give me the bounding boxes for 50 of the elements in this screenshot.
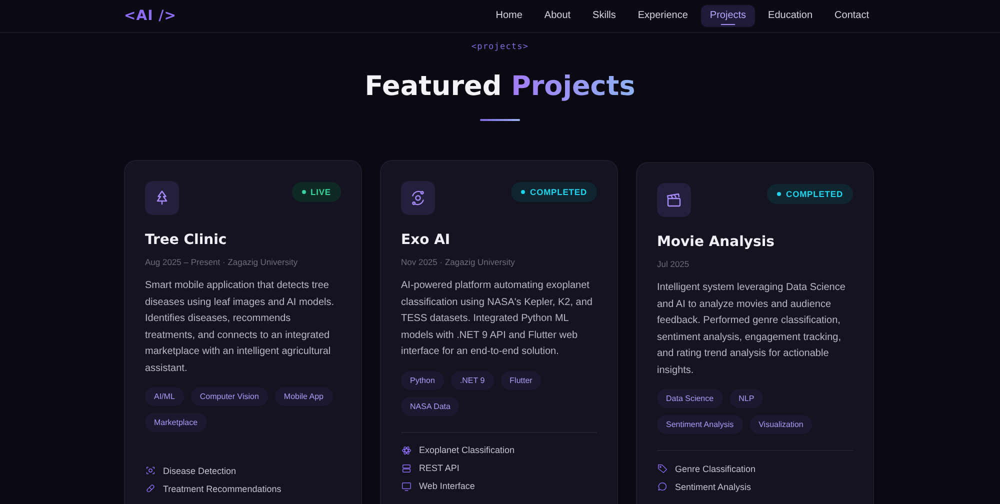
- tech-tag: .NET 9: [450, 370, 494, 390]
- speech-bubble-icon: [657, 481, 668, 492]
- feature-item: Treatment Recommendations: [163, 484, 282, 494]
- pill-icon: [145, 483, 156, 494]
- project-description: AI-powered platform automating exoplanet classification using NASA's Kepler, K2, and TESS datasets. Integrated Python ML models with .NET 9 API and Flutter web interface for an end-to-end solution.: [401, 279, 594, 360]
- project-description: Intelligent system leveraging Data Science and AI to analyze movies and audience feedback. Performed genre classification, sentiment analysis, engagement tracking, and rating trend analysis for actionable insights.: [657, 281, 846, 378]
- tech-tag: Flutter: [500, 370, 542, 390]
- feature-item: Sentiment Analysis: [675, 482, 752, 492]
- logo[interactable]: <AI />: [124, 8, 176, 24]
- nav-link[interactable]: Contact: [826, 5, 878, 27]
- tech-tag: Visualization: [750, 415, 812, 434]
- tech-tag: Data Science: [657, 389, 723, 408]
- nav-link[interactable]: Education: [759, 5, 822, 27]
- nav-link[interactable]: Skills: [584, 5, 625, 27]
- section-tag: <projects>: [124, 42, 876, 52]
- nav-link[interactable]: Experience: [628, 5, 697, 27]
- orbit-icon: [409, 189, 427, 208]
- tech-tag: Sentiment Analysis: [657, 415, 743, 434]
- project-date: Jul 2025: [657, 259, 690, 270]
- feature-item: Disease Detection: [163, 466, 236, 476]
- tech-tag: NASA Data: [401, 396, 460, 416]
- atom-icon: [401, 444, 412, 456]
- monitor-icon: [401, 480, 412, 492]
- nav-link[interactable]: Projects: [700, 5, 756, 27]
- nav-link[interactable]: About: [535, 5, 580, 27]
- status-badge: COMPLETED: [767, 184, 853, 204]
- clapperboard-icon: [665, 191, 683, 210]
- project-title: Movie Analysis: [657, 234, 776, 250]
- tech-tag: Marketplace: [145, 413, 207, 432]
- feature-item: Genre Classification: [675, 464, 756, 474]
- project-description: Smart mobile application that detects tree diseases using leaf images and AI models. Identifies diseases, recommends treatments, and connects to an integrated marketplace with an intelligent agricultural assistant.: [145, 279, 335, 376]
- status-badge: COMPLETED: [511, 182, 597, 202]
- scan-icon: [145, 465, 156, 476]
- nav-link[interactable]: Home: [486, 5, 532, 27]
- feature-item: Web Interface: [419, 481, 475, 492]
- project-title: Tree Clinic: [145, 232, 228, 248]
- project-date: Aug 2025 – Present · Zagazig University: [145, 257, 299, 268]
- status-badge: LIVE: [292, 182, 341, 202]
- tech-tag: AI/ML: [145, 387, 184, 406]
- project-title: Exo AI: [401, 232, 452, 248]
- tech-tag: NLP: [730, 389, 764, 408]
- tech-tag: Computer Vision: [190, 387, 268, 406]
- section-title: Featured Projects: [364, 71, 636, 104]
- tech-tag: Python: [401, 370, 444, 390]
- server-icon: [401, 462, 412, 474]
- tag-icon: [657, 463, 668, 474]
- feature-item: Exoplanet Classification: [419, 445, 515, 456]
- feature-item: REST API: [419, 463, 460, 474]
- project-date: Nov 2025 · Zagazig University: [401, 257, 516, 268]
- tech-tag: Mobile App: [274, 387, 332, 406]
